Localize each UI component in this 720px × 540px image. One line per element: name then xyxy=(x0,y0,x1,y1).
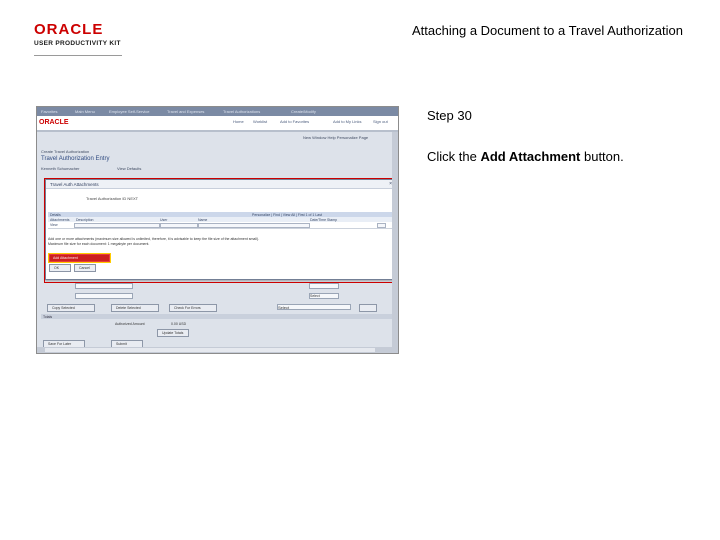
delete-selected-label: Delete Selected xyxy=(116,306,141,310)
modal-highlight-frame xyxy=(44,178,398,283)
breadcrumb: Create Travel Authorization xyxy=(41,149,90,154)
copy-selected-button[interactable]: Copy Selected xyxy=(47,304,95,312)
delete-row-icon[interactable] xyxy=(377,223,386,228)
line-select[interactable] xyxy=(309,283,339,289)
oracle-upk-logo: ORACLE USER PRODUCTIVITY KIT xyxy=(34,21,124,56)
submit-label: Submit xyxy=(116,342,127,346)
description-field[interactable] xyxy=(74,223,160,228)
line-input[interactable] xyxy=(75,293,133,299)
logo-subtitle: USER PRODUCTIVITY KIT xyxy=(34,40,121,47)
action-select[interactable]: Select xyxy=(277,304,351,310)
check-errors-button[interactable]: Check For Errors xyxy=(169,304,217,312)
copy-selected-label: Copy Selected xyxy=(52,306,75,310)
totals-label: Totals xyxy=(43,314,53,319)
view-defaults-link[interactable]: View Defaults xyxy=(117,166,141,171)
top-nav-item[interactable]: Main Menu xyxy=(75,109,95,114)
authorized-amount-label: Authorized Amount xyxy=(115,322,145,326)
document-title: Attaching a Document to a Travel Authori… xyxy=(412,23,683,38)
app-nav-home[interactable]: Home xyxy=(233,119,244,124)
check-errors-label: Check For Errors xyxy=(174,306,201,310)
expense-line-row xyxy=(75,283,398,289)
update-totals-label: Update Totals xyxy=(162,331,184,335)
line-select[interactable]: Select xyxy=(309,293,339,299)
totals-section-bar: Totals xyxy=(41,314,394,319)
view-link[interactable]: View xyxy=(50,223,58,227)
instruction-text: Click the Add Attachment button. xyxy=(427,149,624,164)
app-nav-links[interactable]: Add to My Links xyxy=(333,119,361,124)
instruction-suffix: button. xyxy=(580,149,624,164)
top-nav-item[interactable]: Travel and Expenses xyxy=(167,109,204,114)
modal-title: Travel Auth Attachments xyxy=(50,182,99,187)
cancel-label: Cancel xyxy=(79,266,90,270)
name-field xyxy=(198,223,310,228)
delete-selected-button[interactable]: Delete Selected xyxy=(111,304,159,312)
add-attachment-label: Add Attachment xyxy=(53,256,78,260)
go-button[interactable] xyxy=(359,304,377,312)
top-nav-item[interactable]: Favorites xyxy=(41,109,57,114)
attachment-size-note: Maximum file size for each document: 1 m… xyxy=(48,242,150,246)
authorized-amount-value: 0.00 USD xyxy=(171,322,187,326)
employee-name: Kenneth Schumacher xyxy=(41,166,80,171)
ok-button[interactable]: OK xyxy=(49,264,71,272)
expense-line-row: Select xyxy=(75,293,398,299)
ok-label: OK xyxy=(54,266,60,270)
step-number: Step 30 xyxy=(427,108,472,123)
table-row: View xyxy=(48,222,394,229)
app-nav-signout[interactable]: Sign out xyxy=(373,119,388,124)
authorization-id-label: Travel Authorization ID NEXT xyxy=(86,196,139,201)
horizontal-scrollbar[interactable] xyxy=(37,347,398,353)
application-screenshot: Favorites Main Menu Employee Self-Servic… xyxy=(36,106,399,354)
modal-title-bar: Travel Auth Attachments × xyxy=(46,180,396,189)
app-nav-favorites[interactable]: Add to Favorites xyxy=(280,119,309,124)
app-logo: ORACLE xyxy=(39,119,69,126)
top-nav-bar: Favorites Main Menu Employee Self-Servic… xyxy=(37,107,398,116)
cancel-button[interactable]: Cancel xyxy=(74,264,96,272)
instruction-prefix: Click the xyxy=(427,149,481,164)
top-nav-item[interactable]: Travel Authorizations xyxy=(223,109,260,114)
attachment-note: Add one or more attachments (maximum siz… xyxy=(48,237,260,241)
top-nav-item[interactable]: Create/Modify xyxy=(291,109,316,114)
line-input[interactable] xyxy=(75,283,133,289)
logo-underline xyxy=(34,55,122,56)
logo-text: ORACLE xyxy=(34,21,104,38)
page-links[interactable]: New Window Help Personalize Page xyxy=(303,135,368,140)
app-logo-bar: ORACLE Home Worklist Add to Favorites Ad… xyxy=(37,116,398,130)
add-attachment-button[interactable]: Add Attachment xyxy=(48,253,111,263)
save-for-later-label: Save For Later xyxy=(48,342,72,346)
vertical-scrollbar[interactable] xyxy=(392,132,398,347)
attachments-modal: Travel Auth Attachments × Travel Authori… xyxy=(44,178,398,283)
app-nav-worklist[interactable]: Worklist xyxy=(253,119,267,124)
instruction-target: Add Attachment xyxy=(480,149,581,164)
page-title: Travel Authorization Entry xyxy=(41,156,110,162)
update-totals-button[interactable]: Update Totals xyxy=(157,329,189,337)
user-field xyxy=(160,223,198,228)
top-nav-item[interactable]: Employee Self-Service xyxy=(109,109,149,114)
scrollbar-thumb[interactable] xyxy=(45,348,375,352)
